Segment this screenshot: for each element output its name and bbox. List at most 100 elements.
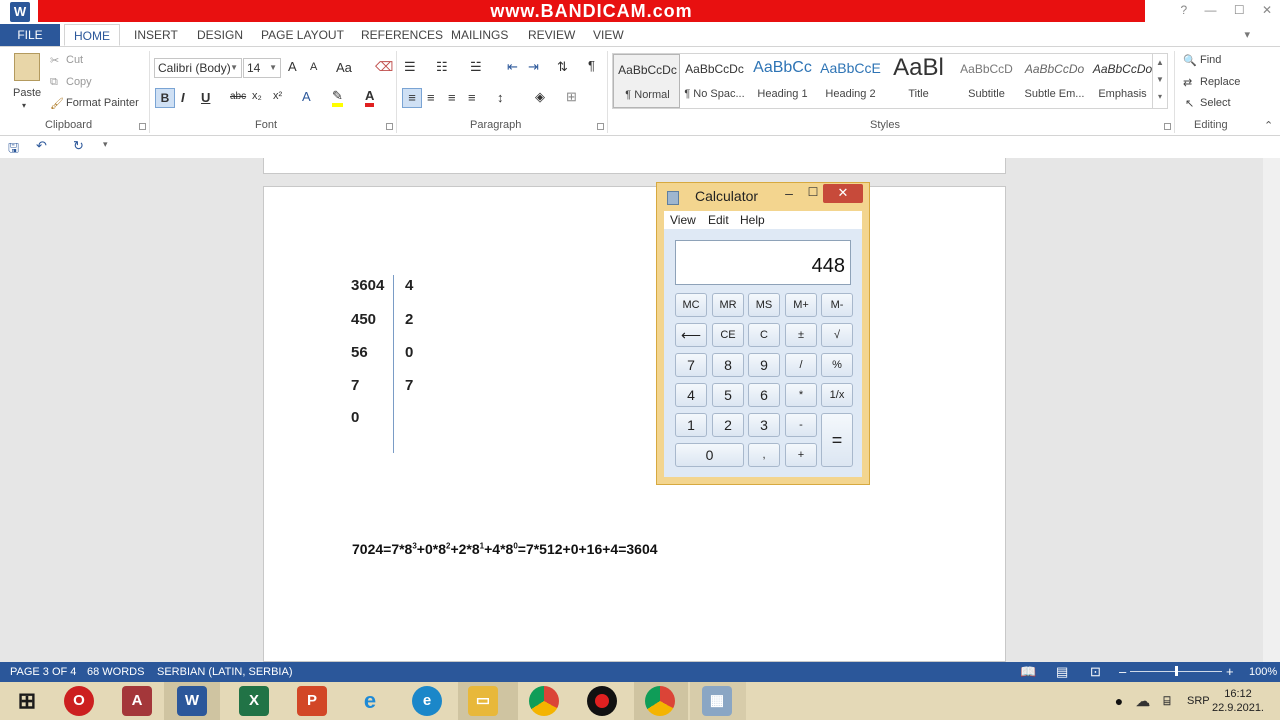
paragraph-launcher-icon[interactable] xyxy=(597,123,604,130)
web-layout-icon[interactable]: ⊡ xyxy=(1090,664,1101,680)
align-left-button[interactable]: ≡ xyxy=(402,88,422,108)
key-8[interactable]: 8 xyxy=(712,353,744,377)
document-page[interactable]: 3604 450 56 7 0 4 2 0 7 7024=7*83+0*82+2… xyxy=(263,186,1006,662)
internet-explorer-icon[interactable]: e xyxy=(355,686,385,716)
bandicam-icon[interactable] xyxy=(587,686,617,716)
underline-button[interactable]: U xyxy=(201,90,210,105)
calc-minimize-button[interactable]: – xyxy=(777,185,801,201)
key-sqrt[interactable]: √ xyxy=(821,323,853,347)
highlight-icon[interactable]: ✎ xyxy=(332,89,343,107)
borders-icon[interactable]: ⊞ xyxy=(566,89,577,105)
menu-view[interactable]: View xyxy=(670,213,696,227)
tab-home[interactable]: HOME xyxy=(64,24,120,46)
font-size-select[interactable]: 14 ▼ xyxy=(243,58,281,78)
text-effects-icon[interactable]: A xyxy=(302,89,311,104)
styles-scroll[interactable]: ▲ ▼ ▾ xyxy=(1152,54,1167,108)
account-area[interactable]: ▾ xyxy=(1244,28,1250,41)
key-plus-minus[interactable]: ± xyxy=(785,323,817,347)
justify-button[interactable]: ≡ xyxy=(468,90,476,105)
key-6[interactable]: 6 xyxy=(748,383,780,407)
line-spacing-icon[interactable]: ↕ xyxy=(497,90,504,105)
zoom-slider-knob[interactable] xyxy=(1175,666,1178,676)
grow-font-icon[interactable]: A xyxy=(288,59,297,74)
italic-button[interactable]: I xyxy=(181,90,185,105)
calc-maximize-button[interactable]: ☐ xyxy=(801,185,825,199)
close-button[interactable]: ✕ xyxy=(1262,3,1272,17)
style-emphasis[interactable]: AaBbCcDo Emphasis xyxy=(1089,54,1156,108)
key-4[interactable]: 4 xyxy=(675,383,707,407)
strikethrough-button[interactable]: abc xyxy=(230,91,246,102)
calc-close-button[interactable]: ✕ xyxy=(823,184,863,203)
key-c[interactable]: C xyxy=(748,323,780,347)
redo-icon[interactable]: ↻ xyxy=(73,138,84,154)
shrink-font-icon[interactable]: A xyxy=(310,61,317,73)
format-painter-button[interactable]: Format Painter xyxy=(66,97,139,109)
edge-icon[interactable]: e xyxy=(412,686,442,716)
key-9[interactable]: 9 xyxy=(748,353,780,377)
windows-start-icon[interactable]: ⊞ xyxy=(12,686,42,716)
read-mode-icon[interactable]: 📖 xyxy=(1020,664,1036,680)
tab-design[interactable]: DESIGN xyxy=(197,24,243,46)
zoom-level[interactable]: 100% xyxy=(1249,666,1277,678)
font-launcher-icon[interactable] xyxy=(386,123,393,130)
tab-mailings[interactable]: MAILINGS xyxy=(451,24,508,46)
increase-indent-icon[interactable]: ⇥ xyxy=(528,59,539,75)
bold-button[interactable]: B xyxy=(155,88,175,108)
decrease-indent-icon[interactable]: ⇤ xyxy=(507,59,518,75)
style-subtitle[interactable]: AaBbCcD Subtitle xyxy=(953,54,1020,108)
key-0[interactable]: 0 xyxy=(675,443,744,467)
find-button[interactable]: Find xyxy=(1200,54,1221,66)
font-color-icon[interactable]: A xyxy=(365,89,375,107)
pilcrow-icon[interactable]: ¶ xyxy=(588,58,595,73)
style-heading-2[interactable]: AaBbCcE Heading 2 xyxy=(817,54,884,108)
key-equals[interactable]: = xyxy=(821,413,853,467)
vertical-scrollbar[interactable] xyxy=(1263,158,1280,662)
zoom-in-icon[interactable]: + xyxy=(1226,664,1234,679)
sort-icon[interactable]: ⇅ xyxy=(557,59,568,75)
tab-file[interactable]: FILE xyxy=(0,24,60,46)
key-reciprocal[interactable]: 1/x xyxy=(821,383,853,407)
tab-page-layout[interactable]: PAGE LAYOUT xyxy=(261,24,344,46)
network-icon[interactable]: ⌸ xyxy=(1156,690,1178,712)
word-app-icon[interactable]: W xyxy=(10,2,30,22)
key-1[interactable]: 1 xyxy=(675,413,707,437)
font-family-select[interactable]: Calibri (Body) ▼ xyxy=(154,58,242,78)
key-subtract[interactable]: - xyxy=(785,413,817,437)
paste-dropdown-icon[interactable]: ▾ xyxy=(22,101,26,110)
clear-formatting-icon[interactable]: ⌫ xyxy=(375,59,393,75)
multilevel-list-icon[interactable]: ☱ xyxy=(470,59,482,75)
key-mc[interactable]: MC xyxy=(675,293,707,317)
calculator-taskbar-icon[interactable]: ▦ xyxy=(702,686,732,716)
print-layout-icon[interactable]: ▤ xyxy=(1056,664,1068,680)
clipboard-launcher-icon[interactable] xyxy=(139,123,146,130)
chrome-profile-icon[interactable] xyxy=(645,686,675,716)
access-icon[interactable]: A xyxy=(122,686,152,716)
replace-button[interactable]: Replace xyxy=(1200,76,1240,88)
opera-icon[interactable]: O xyxy=(64,686,94,716)
change-case-icon[interactable]: Aa xyxy=(336,60,352,75)
key-3[interactable]: 3 xyxy=(748,413,780,437)
key-mplus[interactable]: M+ xyxy=(785,293,817,317)
tab-insert[interactable]: INSERT xyxy=(134,24,178,46)
calculator-window[interactable]: Calculator – ☐ ✕ View Edit Help 448 MC M… xyxy=(656,182,870,485)
input-language[interactable]: SRP xyxy=(1187,695,1210,707)
style-title[interactable]: AaBl Title xyxy=(885,54,952,108)
key-divide[interactable]: / xyxy=(785,353,817,377)
tab-review[interactable]: REVIEW xyxy=(528,24,575,46)
key-ce[interactable]: CE xyxy=(712,323,744,347)
style-normal[interactable]: AaBbCcDc ¶ Normal xyxy=(613,54,680,108)
superscript-button[interactable]: x² xyxy=(273,90,282,102)
onedrive-icon[interactable]: ☁ xyxy=(1132,690,1154,712)
style-heading-1[interactable]: AaBbCc Heading 1 xyxy=(749,54,816,108)
key-mr[interactable]: MR xyxy=(712,293,744,317)
collapse-ribbon-icon[interactable]: ⌃ xyxy=(1264,119,1273,132)
powerpoint-icon[interactable]: P xyxy=(297,686,327,716)
excel-icon[interactable]: X xyxy=(239,686,269,716)
style-no-spacing[interactable]: AaBbCcDc ¶ No Spac... xyxy=(681,54,748,108)
style-subtle-emphasis[interactable]: AaBbCcDo Subtle Em... xyxy=(1021,54,1088,108)
word-taskbar-icon[interactable]: W xyxy=(177,686,207,716)
tab-references[interactable]: REFERENCES xyxy=(361,24,443,46)
key-add[interactable]: + xyxy=(785,443,817,467)
key-5[interactable]: 5 xyxy=(712,383,744,407)
key-backspace[interactable]: ⟵ xyxy=(675,323,707,347)
